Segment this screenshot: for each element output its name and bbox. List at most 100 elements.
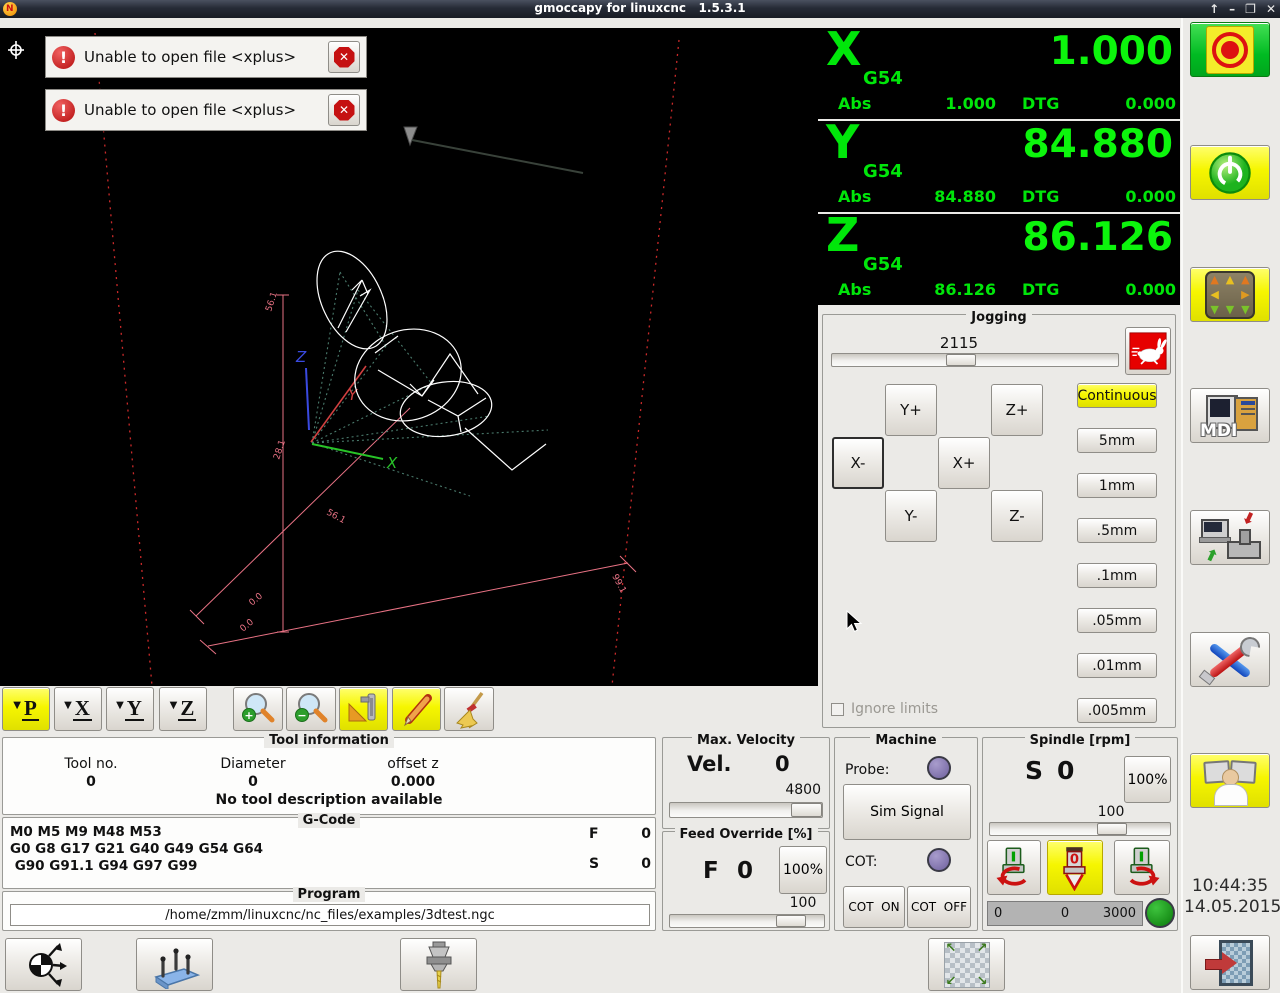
minimize-button[interactable]: – — [1229, 2, 1235, 16]
exit-button[interactable] — [1190, 935, 1270, 990]
axis-position: 86.126 — [1022, 215, 1174, 260]
close-button[interactable]: ✕ — [1266, 2, 1276, 16]
mode-manual-button[interactable]: ▲ ▲ ▲ ◀ ▶ ▼ ▼ ▼ — [1190, 267, 1270, 322]
fullscreen-toggle-button[interactable]: ↖ ↗ ↙ ↘ — [928, 938, 1005, 991]
svg-text:0: 0 — [1070, 852, 1079, 867]
program-path-entry[interactable]: /home/zmm/linuxcnc/nc_files/examples/3dt… — [10, 904, 650, 926]
shade-window-button[interactable]: ↑ — [1209, 2, 1219, 16]
feed-override-slider-value: 100 — [789, 895, 817, 911]
spindle-override-slider-handle[interactable] — [1097, 823, 1127, 835]
abs-value: 84.880 — [934, 187, 996, 206]
increment-0005mm-button[interactable]: .005mm — [1077, 698, 1157, 723]
abs-label: Abs — [838, 94, 872, 113]
max-velocity-title: Max. Velocity — [692, 733, 800, 748]
vel-value: 0 — [775, 752, 790, 776]
program-title: Program — [292, 887, 366, 902]
show-dimensions-button[interactable] — [339, 687, 388, 731]
increment-001mm-button[interactable]: .01mm — [1077, 653, 1157, 678]
restore-button[interactable]: ❐ — [1245, 2, 1256, 16]
increment-continuous-button[interactable]: Continuous — [1077, 383, 1157, 408]
notification-close-button[interactable]: ✕ — [328, 41, 360, 73]
cot-led — [927, 848, 951, 872]
svg-text:0.0: 0.0 — [239, 617, 257, 634]
increment-5mm-button[interactable]: 5mm — [1077, 428, 1157, 453]
spindle-stop-button[interactable]: 0 — [1047, 840, 1103, 895]
svg-text:56.1: 56.1 — [264, 291, 280, 313]
notification-toast: ! Unable to open file <xplus> ✕ — [45, 89, 367, 131]
feed-override-reset-button[interactable]: 100% — [779, 846, 827, 894]
sim-signal-button[interactable]: Sim Signal — [843, 784, 971, 840]
view-perspective-button[interactable]: ▼ P — [2, 687, 50, 731]
feed-override-value: 0 — [737, 858, 754, 884]
zoom-out-button[interactable]: − — [286, 687, 336, 731]
jog-pad-icon: ▲ ▲ ▲ ◀ ▶ ▼ ▼ ▼ — [1205, 270, 1255, 319]
view-y-button[interactable]: ▼ Y — [106, 687, 154, 731]
clock-date: 14.05.2015 — [1184, 897, 1280, 918]
jog-speed-slider-handle[interactable] — [946, 354, 976, 366]
increment-1mm-button[interactable]: 1mm — [1077, 473, 1157, 498]
max-velocity-slider-handle[interactable] — [791, 803, 822, 817]
tool-change-button[interactable] — [400, 938, 477, 991]
tool-info-panel: Tool information Tool no. Diameter offse… — [2, 733, 656, 815]
spindle-cw-button[interactable] — [1114, 840, 1170, 895]
jogging-title: Jogging — [966, 310, 1032, 325]
spindle-override-reset-button[interactable]: 100% — [1124, 756, 1171, 803]
zoom-in-button[interactable]: + — [233, 687, 283, 731]
increment-05mm-button[interactable]: .5mm — [1077, 518, 1157, 543]
touch-off-button[interactable] — [5, 938, 82, 991]
jog-x-plus-button[interactable]: X+ — [938, 437, 990, 489]
dro-axis-y[interactable]: Y G54 84.880 Abs 84.880 DTG 0.000 — [818, 119, 1180, 212]
feed-override-slider[interactable] — [669, 914, 825, 928]
draw-path-button[interactable] — [392, 687, 441, 731]
spindle-s-label: S — [1025, 756, 1044, 785]
jog-y-plus-button[interactable]: Y+ — [885, 384, 937, 436]
dtg-label: DTG — [1022, 187, 1060, 206]
gcode-line: M0 M5 M9 M48 M53 — [10, 824, 162, 840]
increment-01mm-button[interactable]: .1mm — [1077, 563, 1157, 588]
feed-override-slider-handle[interactable] — [776, 915, 806, 927]
block-height-button[interactable] — [136, 938, 213, 991]
spindle-at-speed-led — [1145, 898, 1175, 928]
cot-off-button[interactable]: COT OFF — [907, 886, 971, 928]
mode-mdi-button[interactable]: MDI — [1190, 388, 1270, 443]
dro-axis-x[interactable]: X G54 1.000 Abs 1.000 DTG 0.000 — [818, 26, 1180, 119]
spindle-right-icon — [1129, 847, 1160, 886]
window-title: gmoccapy for linuxcnc 1.5.3.1 — [534, 1, 746, 15]
dtg-value: 0.000 — [1125, 280, 1176, 299]
offset-z-value: 0.000 — [390, 774, 436, 790]
cot-on-button[interactable]: COT ON — [843, 886, 905, 928]
notification-close-button[interactable]: ✕ — [328, 94, 360, 126]
spindle-override-slider[interactable] — [989, 822, 1171, 836]
view-z-button[interactable]: ▼ Z — [159, 687, 207, 731]
abs-value: 86.126 — [934, 280, 996, 299]
tool-trace-line — [411, 139, 584, 174]
jog-y-minus-button[interactable]: Y- — [885, 490, 937, 542]
user-settings-button[interactable] — [1190, 753, 1270, 808]
jog-x-minus-button[interactable]: X- — [832, 437, 884, 489]
ignore-limits-checkbox[interactable] — [831, 703, 844, 716]
view-x-button[interactable]: ▼ X — [54, 687, 102, 731]
jog-speed-slider[interactable] — [831, 353, 1119, 367]
increment-005mm-button[interactable]: .05mm — [1077, 608, 1157, 633]
close-icon: ✕ — [333, 46, 355, 68]
max-velocity-slider[interactable] — [669, 802, 823, 818]
axis-position: 1.000 — [1049, 29, 1173, 74]
feed-label: F — [589, 826, 599, 842]
jog-fast-toggle-button[interactable] — [1125, 327, 1171, 375]
gremlin-preview[interactable]: 56.1 28.1 0.0 0.0 56.1 99.1 Z X Y ! Unab… — [0, 28, 818, 687]
diameter-label: Diameter — [220, 756, 286, 772]
spindle-title: Spindle [rpm] — [1024, 733, 1136, 748]
spindle-ccw-button[interactable] — [987, 840, 1041, 895]
clear-plot-button[interactable] — [444, 687, 494, 731]
dro-axis-z[interactable]: Z G54 86.126 Abs 86.126 DTG 0.000 — [818, 212, 1180, 305]
machine-on-button[interactable] — [1190, 145, 1270, 200]
spindle-rpm-bar: 0 0 3000 — [987, 901, 1143, 926]
settings-button[interactable] — [1190, 632, 1270, 687]
tool-description: No tool description available — [215, 792, 443, 808]
mode-auto-button[interactable]: ⬇ ⬆ — [1190, 507, 1270, 566]
jog-z-minus-button[interactable]: Z- — [991, 490, 1043, 542]
estop-button[interactable] — [1190, 22, 1270, 77]
dim-arrow-icon: ▼ — [116, 699, 124, 711]
jog-z-plus-button[interactable]: Z+ — [991, 384, 1043, 436]
dim-arrow-icon: ▼ — [169, 699, 178, 711]
